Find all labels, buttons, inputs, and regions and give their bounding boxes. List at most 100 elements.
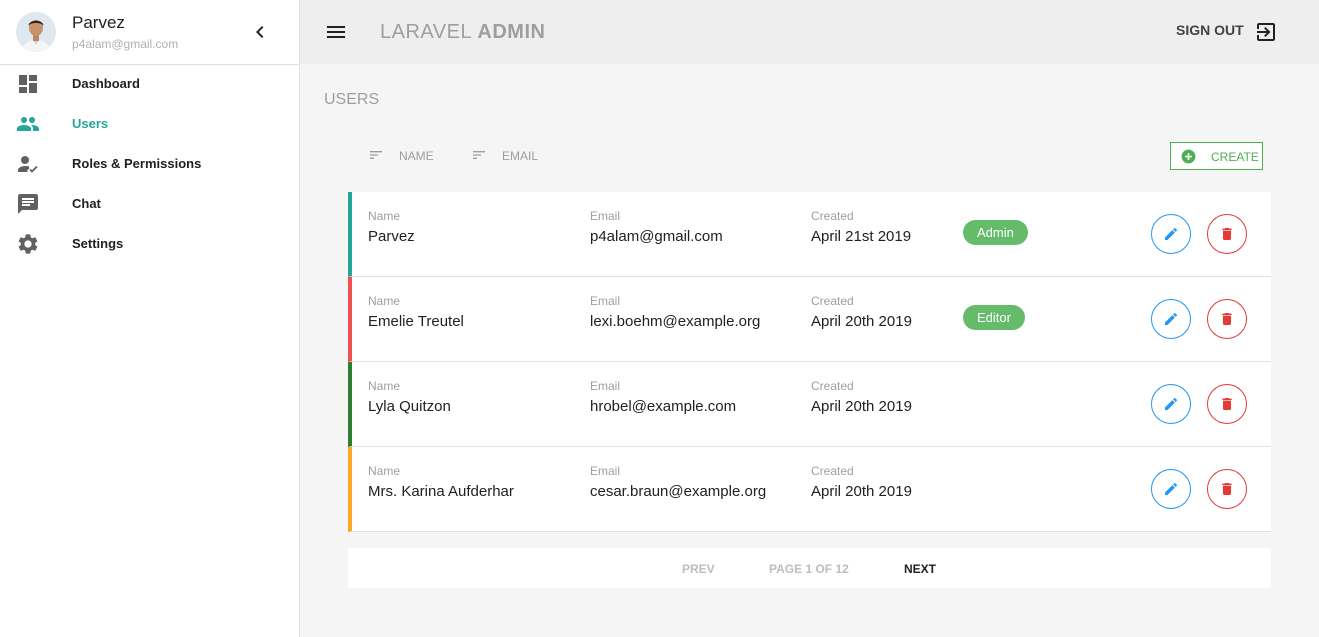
edit-user-button[interactable] [1151, 384, 1191, 424]
sidebar-item-label: Settings [72, 236, 124, 251]
next-page-button[interactable]: NEXT [904, 562, 936, 576]
email-column: Email lexi.boehm@example.org [590, 294, 760, 330]
person-check-icon [16, 152, 40, 176]
delete-user-button[interactable] [1207, 384, 1247, 424]
edit-user-button[interactable] [1151, 299, 1191, 339]
delete-user-button[interactable] [1207, 299, 1247, 339]
edit-user-button[interactable] [1151, 214, 1191, 254]
page-title: USERS [324, 91, 380, 108]
page-indicator: PAGE 1 OF 12 [769, 562, 849, 576]
name-column: Name Parvez [368, 209, 415, 245]
role-badge: Admin [963, 220, 1028, 245]
sidebar-item-label: Chat [72, 196, 101, 211]
name-label: Name [368, 209, 401, 223]
user-created: April 20th 2019 [811, 398, 912, 415]
profile-header: Parvez p4alam@gmail.com [0, 0, 299, 65]
sidebar-item-roles-permissions[interactable]: Roles & Permissions [0, 144, 299, 184]
profile-email: p4alam@gmail.com [72, 37, 179, 51]
email-column: Email p4alam@gmail.com [590, 209, 723, 245]
pencil-icon [1165, 397, 1178, 410]
sort-icon [370, 151, 382, 159]
pencil-icon [1165, 312, 1178, 325]
user-name: Lyla Quitzon [368, 398, 451, 415]
chevron-left-icon [256, 26, 264, 38]
user-name: Emelie Treutel [368, 313, 464, 330]
email-label: Email [590, 464, 621, 478]
add-circle-icon [1181, 149, 1196, 164]
created-label: Created [811, 379, 854, 393]
sidebar-item-settings[interactable]: Settings [0, 224, 299, 264]
email-column: Email hrobel@example.com [590, 379, 736, 415]
collapse-sidebar-button[interactable] [248, 20, 272, 44]
sort-email-label: EMAIL [502, 149, 539, 163]
gear-icon [16, 232, 40, 256]
pencil-icon [1165, 227, 1178, 240]
name-column: Name Mrs. Karina Aufderhar [368, 464, 514, 500]
role-badge: Editor [963, 305, 1025, 330]
user-email: cesar.braun@example.org [590, 483, 767, 500]
app-title-light: LARAVEL [380, 21, 472, 43]
pencil-icon [1165, 482, 1178, 495]
trash-icon [1222, 313, 1232, 325]
user-email: lexi.boehm@example.org [590, 313, 761, 330]
trash-icon [1222, 483, 1232, 495]
user-row: Name Mrs. Karina Aufderhar Email cesar.b… [348, 447, 1271, 532]
email-label: Email [590, 294, 621, 308]
pagination: PREV PAGE 1 OF 12 NEXT [348, 548, 1271, 588]
app-title: LARAVEL ADMIN [380, 21, 545, 44]
created-column: Created April 20th 2019 [811, 379, 912, 415]
prev-page-button[interactable]: PREV [682, 562, 715, 576]
sign-out-button[interactable]: SIGN OUT [1176, 22, 1244, 38]
delete-user-button[interactable] [1207, 214, 1247, 254]
delete-user-button[interactable] [1207, 469, 1247, 509]
created-column: Created April 21st 2019 [811, 209, 911, 245]
sidebar: Parvez p4alam@gmail.com Dashboard Users … [0, 0, 300, 637]
created-label: Created [811, 294, 854, 308]
name-column: Name Emelie Treutel [368, 294, 464, 330]
sidebar-item-users[interactable]: Users [0, 104, 299, 144]
sidebar-item-label: Dashboard [72, 76, 140, 91]
edit-user-button[interactable] [1151, 469, 1191, 509]
user-row: Name Emelie Treutel Email lexi.boehm@exa… [348, 277, 1271, 362]
user-list: Name Parvez Email p4alam@gmail.com Creat… [348, 192, 1271, 532]
sort-name-label: NAME [399, 149, 434, 163]
sidebar-item-label: Users [72, 116, 109, 131]
hamburger-icon [327, 26, 345, 38]
user-email: p4alam@gmail.com [590, 228, 723, 245]
sort-icon [473, 151, 485, 159]
sidebar-item-dashboard[interactable]: Dashboard [0, 64, 299, 104]
user-created: April 20th 2019 [811, 313, 912, 330]
user-name: Parvez [368, 228, 415, 245]
profile-name: Parvez [72, 13, 125, 32]
people-icon [16, 112, 40, 136]
name-label: Name [368, 294, 401, 308]
user-row: Name Lyla Quitzon Email hrobel@example.c… [348, 362, 1271, 447]
sidebar-item-label: Roles & Permissions [72, 156, 202, 171]
user-created: April 20th 2019 [811, 483, 912, 500]
created-column: Created April 20th 2019 [811, 294, 912, 330]
name-label: Name [368, 379, 401, 393]
avatar [16, 12, 56, 52]
created-column: Created April 20th 2019 [811, 464, 912, 500]
email-column: Email cesar.braun@example.org [590, 464, 766, 500]
name-column: Name Lyla Quitzon [368, 379, 451, 415]
email-label: Email [590, 209, 621, 223]
chat-icon [16, 192, 40, 216]
create-label: CREATE [1211, 150, 1259, 164]
name-label: Name [368, 464, 401, 478]
top-bar: LARAVEL ADMIN SIGN OUT [300, 0, 1319, 64]
dashboard-icon [16, 72, 40, 96]
user-created: April 21st 2019 [811, 228, 912, 245]
email-label: Email [590, 379, 621, 393]
sidebar-item-chat[interactable]: Chat [0, 184, 299, 224]
trash-icon [1222, 228, 1232, 240]
user-name: Mrs. Karina Aufderhar [368, 483, 514, 500]
app-title-bold: ADMIN [477, 21, 546, 43]
created-label: Created [811, 464, 854, 478]
created-label: Created [811, 209, 854, 223]
sign-out-icon[interactable] [1254, 20, 1278, 44]
create-button[interactable]: CREATE [1170, 142, 1263, 170]
user-email: hrobel@example.com [590, 398, 737, 415]
trash-icon [1222, 398, 1232, 410]
menu-button[interactable] [324, 20, 348, 44]
